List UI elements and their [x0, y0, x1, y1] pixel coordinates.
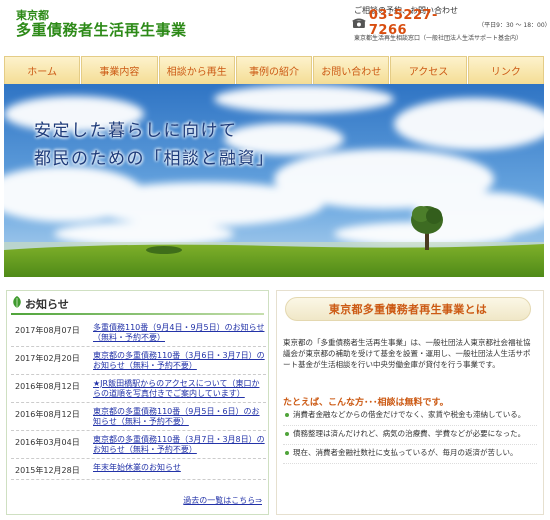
site-logo-title[interactable]: 多重債務者生活再生事業 — [16, 19, 187, 40]
news-date: 2017年08月07日 — [15, 326, 80, 335]
news-date: 2016年08月12日 — [15, 410, 80, 419]
nav-home[interactable]: ホーム — [4, 56, 81, 85]
news-link[interactable]: 東京都の多重債務110番（3月7日・3月8日）のお知らせ（無料・予約不要） — [93, 435, 266, 455]
nav-links[interactable]: リンク — [467, 56, 544, 85]
nav-case-studies[interactable]: 事例の紹介 — [235, 56, 313, 85]
news-link[interactable]: ★JR飯田橋駅からのアクセスについて（東口からの道順を写真付きでご案内しています… — [93, 379, 266, 399]
hero-landscape-image — [4, 84, 544, 277]
phone-icon — [352, 18, 366, 28]
hero-headline-1: 安定した暮らしに向けて — [34, 121, 238, 141]
about-title: 東京都多重債務者再生事業とは — [328, 303, 488, 316]
news-title: お知らせ — [25, 298, 69, 311]
news-item: 2017年08月07日 多重債務110番（9月4日・9月5日）のお知らせ（無料・… — [11, 319, 266, 347]
examples-heading: たとえば、こんな方･･･相談は無料です。 — [283, 398, 449, 408]
example-item: 現在、消費者金融社数社に支払っているが、毎月の返済が苦しい。 — [283, 447, 537, 464]
nav-consult-to-recovery[interactable]: 相談から再生 — [158, 56, 235, 85]
news-date: 2016年03月04日 — [15, 438, 80, 447]
office-name: 東京都生活再生相談窓口（一般社団法人生活サポート基金内） — [354, 35, 523, 42]
nav-access[interactable]: アクセス — [390, 56, 467, 85]
example-item: 債務整理は済んだけれど、病気の治療費、学費などが必要になった。 — [283, 428, 537, 445]
news-divider — [11, 313, 264, 315]
news-item: 2017年02月20日 東京都の多重債務110番（3月6日・3月7日）のお知らせ… — [11, 347, 266, 375]
site-header: 東京都 多重債務者生活再生事業 ご相談の予約、お問い合わせ 03-5227-72… — [0, 0, 550, 52]
nav-contact[interactable]: お問い合わせ — [313, 56, 390, 85]
news-link[interactable]: 年末年始休業のお知らせ — [93, 463, 266, 476]
nav-services[interactable]: 事業内容 — [81, 56, 158, 85]
news-link[interactable]: 多重債務110番（9月4日・9月5日）のお知らせ（無料・予約不要） — [93, 323, 266, 343]
news-item: 2016年03月04日 東京都の多重債務110番（3月7日・3月8日）のお知らせ… — [11, 431, 266, 459]
about-description: 東京都の「多重債務者生活再生事業」は、一般社団法人東京都社会福祉協議会が東京都の… — [283, 338, 531, 369]
about-section: 東京都多重債務者再生事業とは 東京都の「多重債務者生活再生事業」は、一般社団法人… — [276, 290, 544, 515]
leaf-icon — [13, 296, 21, 308]
hero-headline-2: 都民のための「相談と融資」 — [34, 149, 275, 169]
news-item: 2016年08月12日 ★JR飯田橋駅からのアクセスについて（東口からの道順を写… — [11, 375, 266, 403]
news-archive-link[interactable]: 過去の一覧はこちら⇒ — [183, 495, 262, 506]
business-hours: （平日9：30 ～ 18：00） — [478, 22, 550, 29]
about-title-box: 東京都多重債務者再生事業とは — [285, 297, 531, 321]
news-section: お知らせ 2017年08月07日 多重債務110番（9月4日・9月5日）のお知ら… — [6, 290, 269, 515]
news-date: 2015年12月28日 — [15, 466, 80, 475]
news-date: 2017年02月20日 — [15, 354, 80, 363]
news-header: お知らせ — [7, 291, 268, 313]
news-link[interactable]: 東京都の多重債務110番（3月6日・3月7日）のお知らせ（無料・予約不要） — [93, 351, 266, 371]
news-list: 2017年08月07日 多重債務110番（9月4日・9月5日）のお知らせ（無料・… — [11, 319, 266, 480]
phone-row: 03-5227-7266 （平日9：30 ～ 18：00） — [352, 8, 550, 38]
news-item: 2015年12月28日 年末年始休業のお知らせ — [11, 459, 266, 480]
example-item: 消費者金融などからの借金だけでなく、家賃や税金も滞納している。 — [283, 409, 537, 426]
news-item: 2016年08月12日 東京都の多重債務110番（9月5日・6日）のお知らせ（無… — [11, 403, 266, 431]
hero-banner: 安定した暮らしに向けて 都民のための「相談と融資」 — [4, 84, 544, 277]
examples-list: 消費者金融などからの借金だけでなく、家賃や税金も滞納している。 債務整理は済んだ… — [283, 409, 537, 466]
news-link[interactable]: 東京都の多重債務110番（9月5日・6日）のお知らせ（無料・予約不要） — [93, 407, 266, 427]
main-nav: ホーム 事業内容 相談から再生 事例の紹介 お問い合わせ アクセス リンク — [4, 56, 544, 85]
news-date: 2016年08月12日 — [15, 382, 80, 391]
